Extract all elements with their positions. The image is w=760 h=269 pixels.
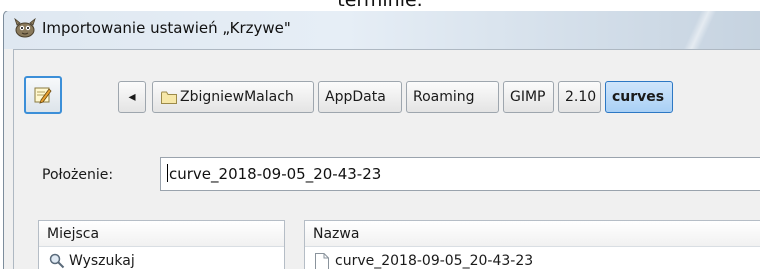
title-bar: Importowanie ustawień „Krzywe" xyxy=(4,11,760,49)
dialog-content: ◂ ZbigniewMalach AppData Roaming GIMP 2.… xyxy=(13,49,760,269)
breadcrumb-appdata[interactable]: AppData xyxy=(318,81,402,113)
file-row[interactable]: curve_2018-09-05_20-43-23 xyxy=(305,249,760,269)
breadcrumb-curves[interactable]: curves xyxy=(605,81,673,113)
location-label: Położenie: xyxy=(42,167,114,183)
gimp-wilber-icon xyxy=(14,17,36,38)
location-value: curve_2018-09-05_20-43-23 xyxy=(169,165,382,183)
location-input[interactable]: curve_2018-09-05_20-43-23 xyxy=(160,157,760,191)
import-dialog: Importowanie ustawień „Krzywe" ◂ Zbignie… xyxy=(3,10,760,269)
breadcrumb-label: 2.10 xyxy=(565,89,597,105)
page-caption: terminie. xyxy=(0,0,760,11)
breadcrumb-version[interactable]: 2.10 xyxy=(558,81,601,113)
places-item-search[interactable]: Wyszukaj xyxy=(39,249,284,269)
pencil-note-icon xyxy=(34,87,52,104)
breadcrumb-label: AppData xyxy=(325,89,386,105)
files-header-name[interactable]: Nazwa xyxy=(305,221,760,247)
files-panel: Nazwa curve_2018-09-05_20-43-23 xyxy=(304,220,760,269)
window-title: Importowanie ustawień „Krzywe" xyxy=(42,19,291,37)
file-icon xyxy=(315,253,329,269)
breadcrumb-home[interactable]: ZbigniewMalach xyxy=(152,81,314,113)
breadcrumb-label: Roaming xyxy=(413,89,475,105)
breadcrumb-gimp[interactable]: GIMP xyxy=(503,81,554,113)
chevron-left-icon: ◂ xyxy=(128,89,136,105)
folder-icon xyxy=(161,91,177,104)
breadcrumb-roaming[interactable]: Roaming xyxy=(406,81,499,113)
breadcrumb-label: GIMP xyxy=(510,89,546,105)
search-icon xyxy=(49,253,65,269)
file-name: curve_2018-09-05_20-43-23 xyxy=(335,253,534,269)
text-caret xyxy=(167,164,168,182)
titlebar-glare xyxy=(670,11,730,49)
path-back-button[interactable]: ◂ xyxy=(118,81,146,113)
places-item-label: Wyszukaj xyxy=(69,253,135,269)
edit-location-button[interactable] xyxy=(24,76,62,114)
breadcrumb-label: ZbigniewMalach xyxy=(180,89,294,105)
breadcrumb-label: curves xyxy=(612,89,665,105)
places-header[interactable]: Miejsca xyxy=(39,221,284,247)
places-panel: Miejsca Wyszukaj xyxy=(38,220,285,269)
